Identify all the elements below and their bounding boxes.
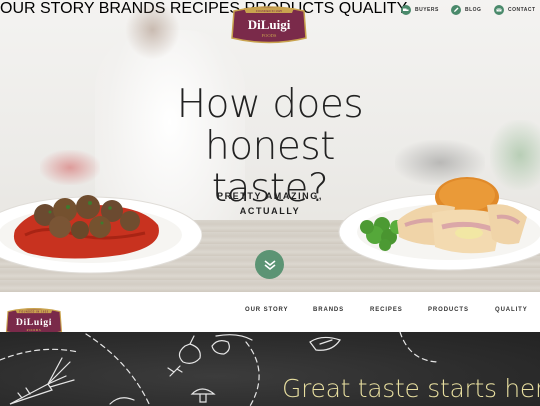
nav-our-story[interactable]: OUR STORY bbox=[0, 0, 94, 17]
sticky-nav-our-story[interactable]: OUR STORY bbox=[245, 307, 288, 313]
sticky-nav-brands[interactable]: BRANDS bbox=[313, 307, 344, 313]
hero-background-detail bbox=[125, 0, 180, 60]
truck-icon bbox=[401, 5, 411, 15]
svg-text:FOODS: FOODS bbox=[262, 33, 277, 38]
section-tagline: Great taste starts here bbox=[282, 374, 540, 403]
scroll-down-button[interactable] bbox=[255, 250, 284, 279]
chicken-plate-image bbox=[338, 177, 540, 271]
blog-label: BLOG bbox=[465, 7, 482, 13]
sticky-nav-quality[interactable]: QUALITY bbox=[495, 307, 528, 313]
svg-text:FOUNDED IN 1925: FOUNDED IN 1925 bbox=[19, 311, 48, 313]
chalkboard-section: Great taste starts here bbox=[0, 332, 540, 406]
headline-line-1: How does honest bbox=[176, 82, 364, 169]
blog-link[interactable]: BLOG bbox=[451, 4, 481, 16]
pen-icon bbox=[451, 5, 461, 15]
logo-badge: FOUNDED IN 1925 DiLuigi FOODS bbox=[231, 6, 307, 44]
svg-text:DiLuigi: DiLuigi bbox=[16, 317, 52, 328]
contact-link[interactable]: CONTACT bbox=[494, 4, 536, 16]
svg-text:DiLuigi: DiLuigi bbox=[248, 17, 291, 32]
svg-text:FOUNDED IN 1925: FOUNDED IN 1925 bbox=[256, 9, 283, 13]
contact-label: CONTACT bbox=[508, 7, 536, 13]
meatballs-plate-image bbox=[0, 195, 202, 274]
hero-background-detail bbox=[40, 150, 100, 185]
hero-section: FOUNDED IN 1925 DiLuigi FOODS BUYERS BLO… bbox=[0, 0, 540, 292]
hero-subline: PRETTY AMAZING, ACTUALLY bbox=[200, 189, 340, 219]
subline-line-2: ACTUALLY bbox=[239, 206, 301, 216]
sticky-nav-bar: FOUNDED IN 1925 DiLuigi FOODS OUR STORY … bbox=[0, 292, 540, 336]
envelope-icon bbox=[494, 5, 504, 15]
buyers-link[interactable]: BUYERS bbox=[401, 4, 439, 16]
sticky-nav-products[interactable]: PRODUCTS bbox=[428, 307, 469, 313]
sticky-nav-recipes[interactable]: RECIPES bbox=[370, 307, 403, 313]
nav-quality[interactable]: QUALITY bbox=[339, 0, 407, 17]
subline-line-1: PRETTY AMAZING, bbox=[216, 191, 323, 201]
brand-logo[interactable]: FOUNDED IN 1925 DiLuigi FOODS bbox=[230, 5, 308, 45]
chevron-down-icon bbox=[264, 259, 275, 270]
buyers-label: BUYERS bbox=[415, 7, 439, 13]
